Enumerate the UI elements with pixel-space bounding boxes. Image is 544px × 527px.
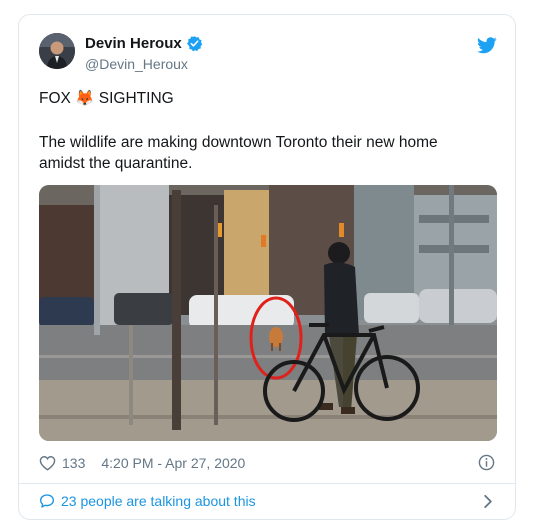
tweet-card[interactable]: Devin Heroux @Devin_Heroux FOX 🦊 SIGHTIN… (18, 14, 516, 520)
comment-icon (40, 494, 54, 508)
verified-badge-icon (186, 36, 202, 52)
author-handle[interactable]: @Devin_Heroux (85, 56, 188, 72)
talking-about-text[interactable]: 23 people are talking about this (61, 493, 256, 509)
author-name-text[interactable]: Devin Heroux (85, 35, 182, 52)
chevron-right-icon[interactable] (483, 494, 493, 509)
divider (19, 483, 515, 484)
talking-about-link[interactable]: 23 people are talking about this (39, 493, 256, 509)
tweet-text-line-2: The wildlife are making downtown Toronto… (39, 134, 438, 172)
video-frame (39, 185, 497, 441)
tweet-timestamp[interactable]: 4:20 PM - Apr 27, 2020 (101, 455, 245, 471)
avatar[interactable] (39, 33, 75, 69)
tweet-meta: 133 4:20 PM - Apr 27, 2020 (39, 455, 245, 471)
info-icon[interactable] (478, 454, 495, 471)
author-name[interactable]: Devin Heroux (85, 35, 203, 52)
tweet-video[interactable] (39, 185, 497, 441)
heart-icon[interactable] (39, 455, 56, 471)
like-count[interactable]: 133 (62, 455, 85, 471)
twitter-bird-icon[interactable] (477, 37, 497, 54)
tweet-text-line-1: FOX 🦊 SIGHTING (39, 90, 174, 107)
